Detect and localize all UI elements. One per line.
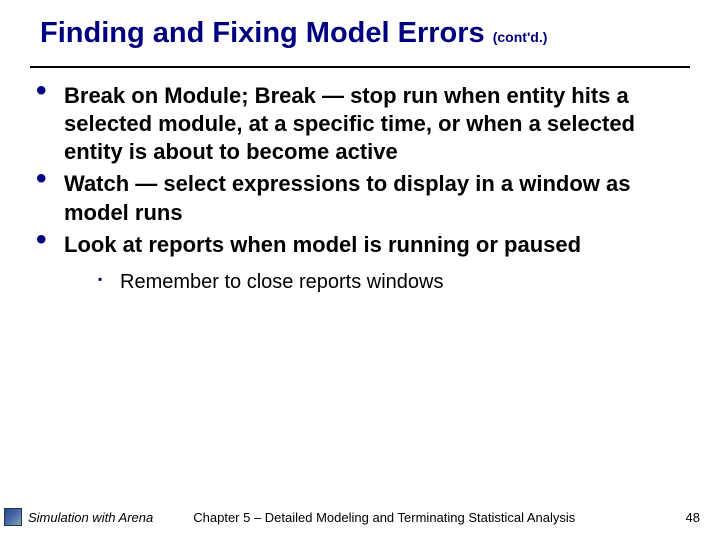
list-item: Break on Module; Break — stop run when e… bbox=[30, 82, 690, 166]
book-logo-icon bbox=[4, 508, 22, 526]
slide-title: Finding and Fixing Model Errors (cont'd.… bbox=[40, 18, 690, 50]
title-contd: (cont'd.) bbox=[493, 29, 548, 45]
title-area: Finding and Fixing Model Errors (cont'd.… bbox=[0, 0, 720, 56]
footer-chapter: Chapter 5 – Detailed Modeling and Termin… bbox=[193, 510, 665, 525]
footer: Simulation with Arena Chapter 5 – Detail… bbox=[0, 508, 720, 526]
bullet-text: Look at reports when model is running or… bbox=[64, 232, 581, 257]
footer-book-title: Simulation with Arena bbox=[28, 510, 153, 525]
body: Break on Module; Break — stop run when e… bbox=[0, 68, 720, 295]
bullet-text: Break on Module; Break — stop run when e… bbox=[64, 83, 635, 164]
list-item: Look at reports when model is running or… bbox=[30, 231, 690, 295]
slide: Finding and Fixing Model Errors (cont'd.… bbox=[0, 0, 720, 540]
bullet-text: Watch — select expressions to display in… bbox=[64, 171, 630, 224]
title-main: Finding and Fixing Model Errors bbox=[40, 17, 485, 49]
footer-page-number: 48 bbox=[686, 510, 700, 525]
sub-bullet-list: Remember to close reports windows bbox=[64, 269, 690, 295]
list-item: Watch — select expressions to display in… bbox=[30, 170, 690, 226]
sub-bullet-text: Remember to close reports windows bbox=[120, 271, 443, 293]
list-item: Remember to close reports windows bbox=[64, 269, 690, 295]
bullet-list: Break on Module; Break — stop run when e… bbox=[30, 82, 690, 295]
